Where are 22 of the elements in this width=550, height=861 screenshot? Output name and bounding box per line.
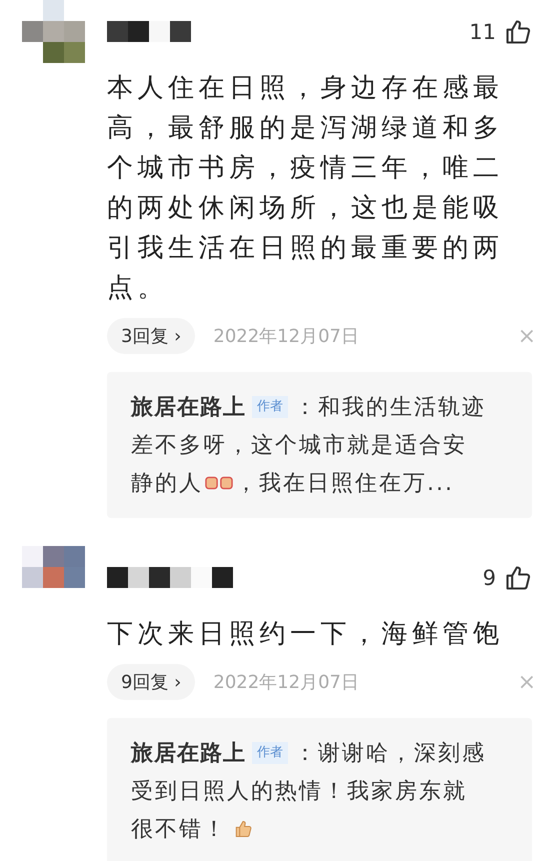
reply-text: 静的人 (131, 470, 203, 498)
comment-text: 下次来日照约一下，海鲜管饱 (107, 618, 504, 651)
author-badge: 作者 (252, 396, 288, 418)
reply-text: 差不多呀，这个城市就是适合安 (131, 432, 467, 460)
reply-text: 很不错！ (131, 816, 227, 844)
thumbs-up-icon (504, 18, 532, 46)
reply-text: ，我在日照住在万... (235, 470, 454, 498)
comment-date: 2022年12月07日 (213, 325, 359, 348)
reply-author: 旅居在路上 (131, 394, 246, 422)
reply-text: 受到日照人的热情！我家房东就 (131, 778, 467, 806)
reply-text: ：和我的生活轨迹 (294, 394, 486, 422)
comment-date: 2022年12月07日 (213, 671, 359, 694)
replies-button[interactable]: 9回复 › (107, 664, 196, 700)
avatar-mosaic-drawing (22, 0, 85, 63)
author-badge: 作者 (252, 742, 288, 764)
like-button[interactable]: 9 (482, 564, 532, 592)
reply-author: 旅居在路上 (131, 740, 246, 768)
comment-text: 本人住在日照，身边存在感最高，最舒服的是泻湖绿道和多个城市书房，疫情三年，唯二的两处休闲场所，这也是能吸引我生活在日照的最重要的两点。 (107, 72, 504, 305)
like-button[interactable]: 11 (469, 18, 532, 46)
replies-button[interactable]: 3回复 › (107, 318, 196, 354)
reply-text: ：谢谢哈，深刻感 (294, 740, 486, 768)
thumbs-up-icon (504, 564, 532, 592)
